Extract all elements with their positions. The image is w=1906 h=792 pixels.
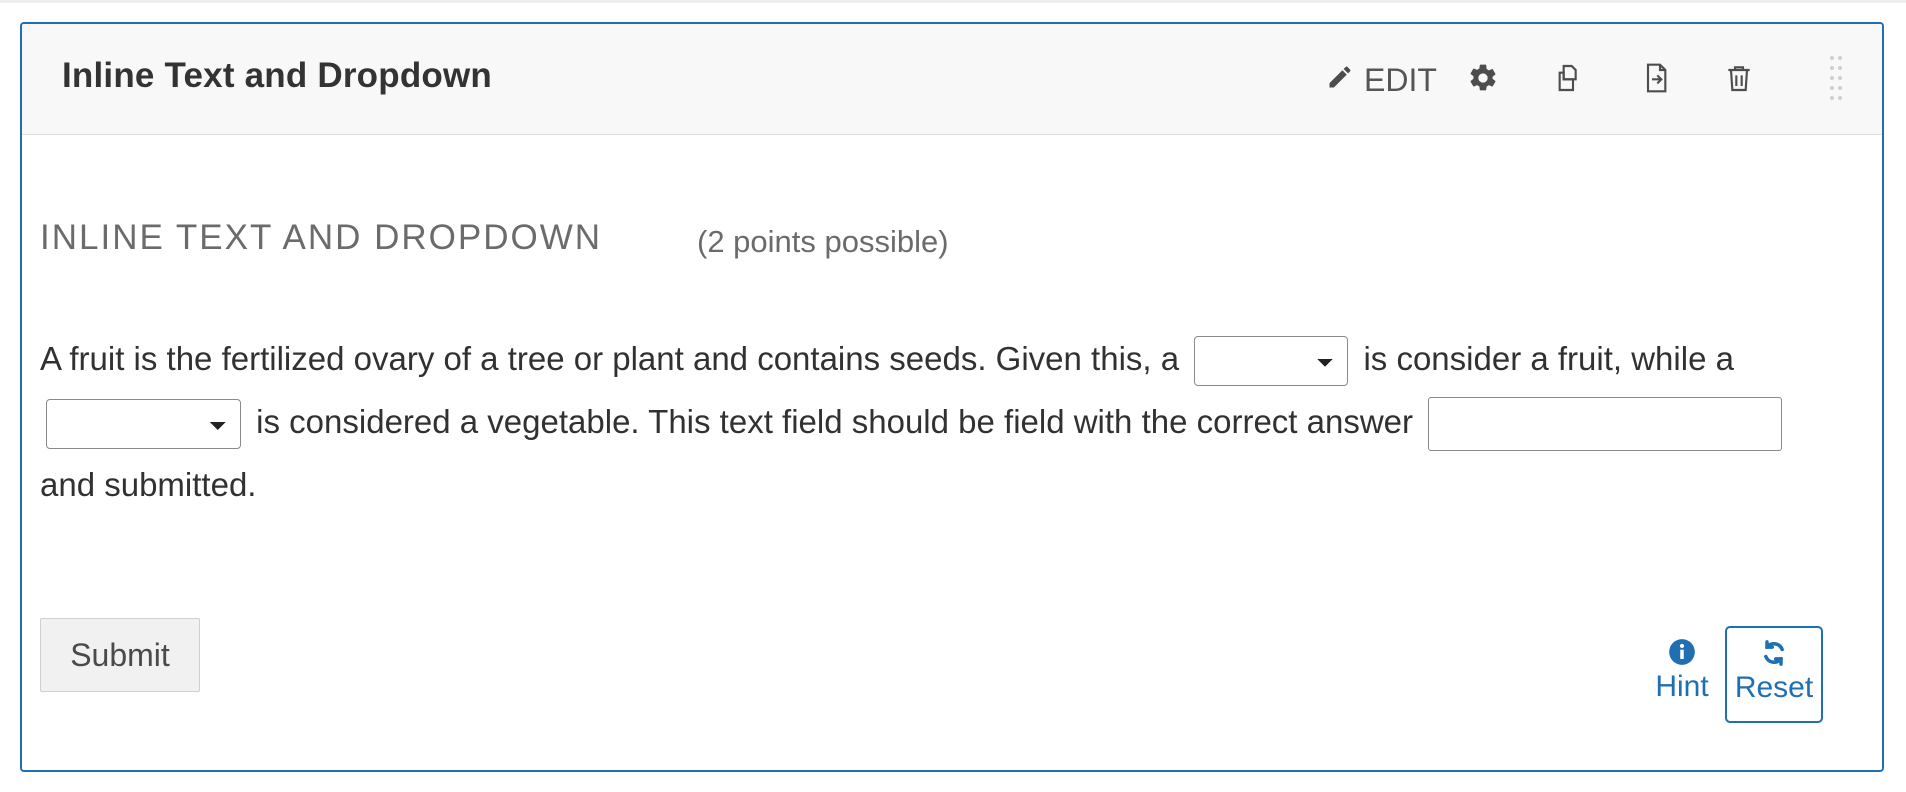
question-text-part-2: is consider a fruit, while a (1363, 340, 1734, 377)
xblock-title: Inline Text and Dropdown (62, 56, 492, 95)
trash-icon (1723, 62, 1755, 99)
pencil-icon (1326, 62, 1354, 99)
duplicate-icon (1553, 62, 1585, 99)
xblock-header: Inline Text and Dropdown EDIT (22, 24, 1882, 135)
problem-heading: INLINE TEXT AND DROPDOWN (40, 218, 603, 257)
move-button[interactable] (1640, 60, 1672, 100)
refresh-icon (1727, 639, 1821, 667)
reset-button[interactable]: Reset (1725, 626, 1823, 723)
question-text-part-1: A fruit is the fertilized ovary of a tre… (40, 340, 1180, 377)
hint-button[interactable]: Hint (1637, 638, 1727, 704)
drag-handle-icon (1828, 56, 1846, 108)
drag-handle[interactable] (1828, 54, 1846, 104)
question-text-part-4: and submitted. (40, 466, 257, 503)
fruit-dropdown[interactable] (1194, 336, 1349, 387)
submit-button[interactable]: Submit (40, 618, 200, 692)
hint-label: Hint (1655, 670, 1709, 703)
edit-button[interactable]: EDIT (1326, 60, 1437, 100)
settings-button[interactable] (1467, 60, 1499, 100)
points-possible: (2 points possible) (697, 224, 949, 259)
question-line-1: A fruit is the fertilized ovary of a tre… (40, 327, 1830, 390)
move-icon (1640, 62, 1672, 99)
vegetable-dropdown[interactable] (46, 399, 241, 450)
question-line-2: is considered a vegetable. This text fie… (40, 390, 1830, 453)
reset-label: Reset (1734, 671, 1814, 704)
answer-text-field[interactable] (1428, 397, 1783, 452)
question-text-part-3: is considered a vegetable. This text fie… (256, 403, 1414, 440)
top-divider (0, 0, 1906, 3)
info-icon (1637, 638, 1727, 666)
edit-label: EDIT (1364, 61, 1437, 98)
delete-button[interactable] (1723, 60, 1755, 100)
question-line-3: and submitted. (40, 453, 1830, 516)
question-text: A fruit is the fertilized ovary of a tre… (40, 327, 1830, 516)
duplicate-button[interactable] (1553, 60, 1585, 100)
gear-icon (1467, 62, 1499, 99)
